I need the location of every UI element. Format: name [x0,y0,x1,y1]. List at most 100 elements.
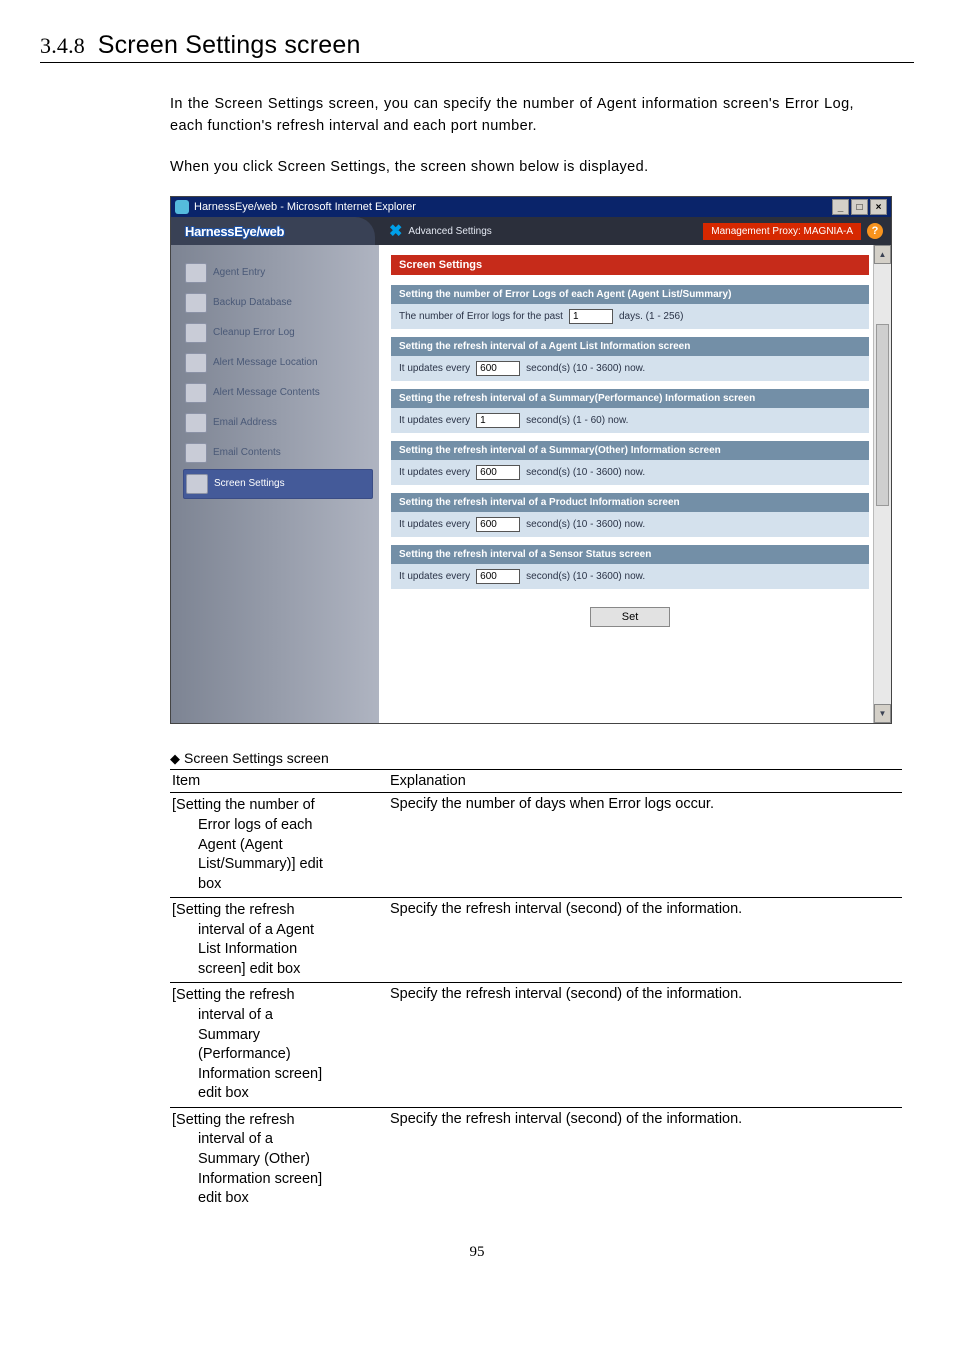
scroll-down-button[interactable]: ▼ [874,704,891,723]
label-pre: It updates every [399,519,470,530]
sidebar-item-label: Backup Database [213,298,292,309]
advanced-settings-label[interactable]: Advanced Settings [408,226,491,237]
broom-icon [185,323,207,343]
sidebar: Agent Entry Backup Database Cleanup Erro… [171,245,379,723]
label-post: second(s) (10 - 3600) now. [526,571,645,582]
set-button[interactable]: Set [590,607,670,627]
sidebar-item-alert-location[interactable]: Alert Message Location [183,349,373,377]
page-number: 95 [40,1244,914,1261]
explanation-cell: Specify the number of days when Error lo… [388,793,902,898]
sensor-status-refresh-input[interactable] [476,569,520,584]
sidebar-item-label: Email Contents [213,448,281,459]
label-pre: It updates every [399,415,470,426]
table-row: [Setting the number of Error logs of eac… [170,793,902,898]
section-summary-other-heading: Setting the refresh interval of a Summar… [391,441,869,460]
mail-icon [185,413,207,433]
table-caption: ◆Screen Settings screen [170,750,914,767]
close-button[interactable]: × [870,199,887,215]
content-area: Screen Settings Setting the number of Er… [379,245,891,723]
sidebar-item-label: Alert Message Location [213,358,318,369]
intro-paragraph-1: In the Screen Settings screen, you can s… [170,93,854,138]
label-pre: The number of Error logs for the past [399,311,563,322]
logo-area: HarnessEye/web [171,217,375,245]
sidebar-item-agent-entry[interactable]: Agent Entry [183,259,373,287]
label-post: second(s) (10 - 3600) now. [526,519,645,530]
item-cell: [Setting the refresh interval of a Agent… [170,898,388,983]
sidebar-item-label: Screen Settings [214,479,285,490]
diamond-bullet-icon: ◆ [170,751,180,766]
table-row: [Setting the refresh interval of a Summa… [170,1107,902,1211]
ie-icon [175,200,189,214]
wrench-icon [186,474,208,494]
section-error-logs-heading: Setting the number of Error Logs of each… [391,285,869,304]
sidebar-item-label: Alert Message Contents [213,388,320,399]
section-sensor-status-heading: Setting the refresh interval of a Sensor… [391,545,869,564]
sidebar-item-label: Agent Entry [213,268,265,279]
sidebar-item-cleanup-error-log[interactable]: Cleanup Error Log [183,319,373,347]
summary-perf-refresh-row: It updates every second(s) (1 - 60) now. [391,408,869,433]
sidebar-item-label: Cleanup Error Log [213,328,295,339]
summary-perf-refresh-input[interactable] [476,413,520,428]
product-logo: HarnessEye/web [185,224,284,239]
alert-icon [185,353,207,373]
scroll-thumb[interactable] [876,324,889,506]
window-title: HarnessEye/web - Microsoft Internet Expl… [194,201,830,213]
mail-icon [185,443,207,463]
th-explanation: Explanation [388,770,902,793]
sidebar-item-email-contents[interactable]: Email Contents [183,439,373,467]
explanation-cell: Specify the refresh interval (second) of… [388,1107,902,1211]
minimize-button[interactable]: _ [832,199,849,215]
panel-title: Screen Settings [391,255,869,275]
table-row: [Setting the refresh interval of a Summa… [170,983,902,1107]
heading-number: 3.4.8 [40,33,85,58]
product-info-refresh-row: It updates every second(s) (10 - 3600) n… [391,512,869,537]
summary-other-refresh-input[interactable] [476,465,520,480]
label-pre: It updates every [399,467,470,478]
agent-list-refresh-input[interactable] [476,361,520,376]
explanation-cell: Specify the refresh interval (second) of… [388,898,902,983]
sidebar-item-screen-settings[interactable]: Screen Settings [183,469,373,499]
embedded-screenshot: HarnessEye/web - Microsoft Internet Expl… [170,196,892,724]
agent-list-refresh-row: It updates every second(s) (10 - 3600) n… [391,356,869,381]
page-heading: 3.4.8 Screen Settings screen [40,30,914,63]
app-header: HarnessEye/web ✖ Advanced Settings Manag… [171,217,891,245]
product-info-refresh-input[interactable] [476,517,520,532]
summary-other-refresh-row: It updates every second(s) (10 - 3600) n… [391,460,869,485]
folder-icon [185,263,207,283]
heading-title: Screen Settings screen [98,31,361,59]
window-titlebar: HarnessEye/web - Microsoft Internet Expl… [171,197,891,217]
scroll-up-button[interactable]: ▲ [874,245,891,264]
label-post: days. (1 - 256) [619,311,683,322]
item-cell: [Setting the number of Error logs of eac… [170,793,388,898]
sidebar-item-label: Email Address [213,418,277,429]
database-icon [185,293,207,313]
error-logs-row: The number of Error logs for the past da… [391,304,869,329]
explanation-cell: Specify the refresh interval (second) of… [388,983,902,1107]
label-post: second(s) (10 - 3600) now. [526,467,645,478]
label-pre: It updates every [399,363,470,374]
intro-paragraph-2: When you click Screen Settings, the scre… [170,156,854,178]
section-product-info-heading: Setting the refresh interval of a Produc… [391,493,869,512]
item-cell: [Setting the refresh interval of a Summa… [170,1107,388,1211]
item-cell: [Setting the refresh interval of a Summa… [170,983,388,1107]
sensor-status-refresh-row: It updates every second(s) (10 - 3600) n… [391,564,869,589]
sidebar-item-backup-database[interactable]: Backup Database [183,289,373,317]
alert-icon [185,383,207,403]
tools-icon: ✖ [389,221,402,241]
table-row: [Setting the refresh interval of a Agent… [170,898,902,983]
th-item: Item [170,770,388,793]
error-logs-days-input[interactable] [569,309,613,324]
sidebar-item-alert-contents[interactable]: Alert Message Contents [183,379,373,407]
sidebar-item-email-address[interactable]: Email Address [183,409,373,437]
management-proxy-badge: Management Proxy: MAGNIA-A [703,223,861,240]
vertical-scrollbar[interactable]: ▲ ▼ [873,245,891,723]
spec-table: Item Explanation [Setting the number of … [170,769,902,1211]
section-summary-perf-heading: Setting the refresh interval of a Summar… [391,389,869,408]
label-pre: It updates every [399,571,470,582]
scroll-track[interactable] [874,264,891,704]
label-post: second(s) (10 - 3600) now. [526,363,645,374]
label-post: second(s) (1 - 60) now. [526,415,628,426]
section-agent-list-heading: Setting the refresh interval of a Agent … [391,337,869,356]
help-icon[interactable]: ? [867,223,883,239]
maximize-button[interactable]: □ [851,199,868,215]
